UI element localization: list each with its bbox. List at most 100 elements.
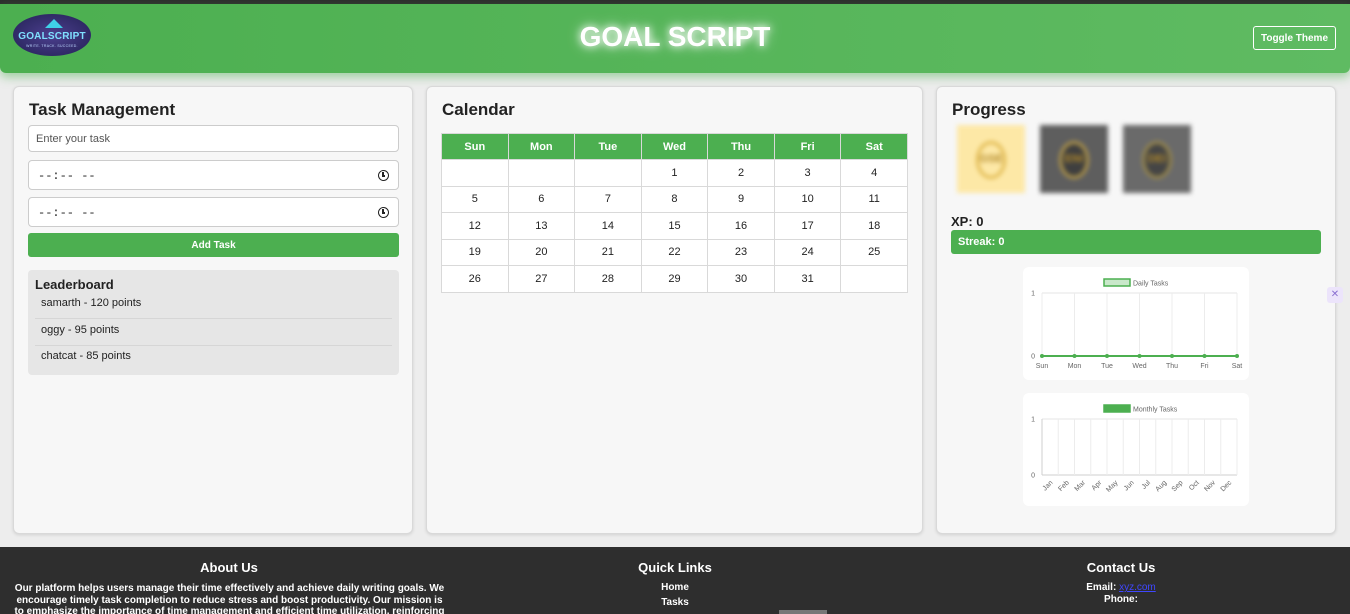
x-tick-label: Nov: [1203, 479, 1217, 493]
x-tick-label: Sep: [1171, 479, 1185, 493]
about-us-title: About Us: [200, 560, 258, 575]
x-tick-label: Mon: [1068, 363, 1082, 370]
calendar-day-cell[interactable]: 18: [840, 212, 908, 240]
x-tick-label: Apr: [1091, 479, 1104, 492]
quick-links-title: Quick Links: [638, 560, 712, 575]
badge-locked-icon: DEI: [1123, 125, 1191, 193]
calendar-day-cell[interactable]: 2: [707, 159, 775, 187]
calendar-day-cell[interactable]: 28: [574, 265, 642, 293]
end-time-value: --:-- --: [38, 206, 96, 220]
x-tick-label: Jul: [1141, 479, 1153, 491]
calendar-day-cell[interactable]: 9: [707, 185, 775, 213]
calendar-day-cell[interactable]: 29: [640, 265, 709, 293]
calendar-day-cell[interactable]: 30: [707, 265, 775, 293]
calendar-day-cell[interactable]: 27: [507, 265, 576, 293]
x-tick-label: Tue: [1101, 363, 1113, 370]
calendar-day-cell[interactable]: [574, 159, 642, 187]
clock-icon[interactable]: [378, 207, 389, 218]
progress-title: Progress: [952, 100, 1026, 119]
calendar-day-cell[interactable]: 15: [640, 212, 709, 240]
start-time-input[interactable]: --:-- --: [28, 160, 399, 190]
y-tick-label: 1: [1031, 417, 1035, 424]
calendar-day-cell[interactable]: 6: [507, 185, 576, 213]
leaderboard-entry: chatcat - 85 points: [41, 350, 131, 362]
footer-link-tasks[interactable]: Tasks: [446, 597, 904, 608]
streak-bar: Streak: 0: [951, 230, 1321, 254]
calendar-day-cell[interactable]: [507, 159, 576, 187]
leaderboard: Leaderboard samarth - 120 points oggy - …: [28, 270, 399, 375]
x-tick-label: Dec: [1220, 479, 1234, 493]
progress-panel: Progress GSE ENI DEI XP: 0 Streak: 0 Dai…: [936, 86, 1336, 534]
leaderboard-entry: oggy - 95 points: [35, 320, 392, 346]
data-point: [1235, 354, 1239, 358]
calendar-day-cell[interactable]: 8: [640, 185, 709, 213]
monthly-tasks-chart-svg: Monthly Tasks 1 0 Jan Feb Mar Apr May Jun Jul Aug S…: [1031, 404, 1238, 494]
x-tick-label: Fri: [1200, 363, 1209, 370]
calendar-day-cell[interactable]: 7: [574, 185, 642, 213]
footer-link-home[interactable]: Home: [446, 582, 904, 593]
calendar-day-cell[interactable]: 12: [441, 212, 509, 240]
x-tick-label: Sun: [1036, 363, 1049, 370]
x-tick-label: May: [1105, 479, 1120, 494]
calendar-day-cell[interactable]: 16: [707, 212, 775, 240]
site-footer: About Us Our platform helps users manage…: [0, 547, 1350, 614]
contact-email: Email: xyz.com: [892, 582, 1350, 593]
task-management-title: Task Management: [29, 100, 176, 119]
task-input[interactable]: Enter your task: [28, 125, 399, 152]
calendar-day-cell[interactable]: 21: [574, 238, 642, 266]
site-header: GOALSCRIPT WRITE. TRACK. SUCCEED. GOAL S…: [0, 4, 1350, 73]
data-point: [1170, 354, 1174, 358]
start-time-value: --:-- --: [38, 169, 96, 183]
x-tick-label: Jun: [1123, 479, 1136, 492]
email-link[interactable]: xyz.com: [1119, 582, 1156, 593]
badge-locked-icon: ENI: [1040, 125, 1108, 193]
leaderboard-title: Leaderboard: [35, 277, 114, 292]
scrollbar-thumb[interactable]: [779, 610, 827, 614]
data-point: [1072, 354, 1077, 358]
weekday-header: Sun: [441, 133, 509, 160]
badge-label: GSE: [979, 153, 1003, 165]
calendar-day-cell[interactable]: [840, 265, 908, 293]
badge-label: ENI: [1064, 153, 1084, 165]
calendar-day-cell[interactable]: 17: [773, 212, 842, 240]
logo-tagline: WRITE. TRACK. SUCCEED.: [26, 44, 78, 48]
y-tick-label: 1: [1031, 291, 1035, 298]
calendar-day-cell[interactable]: 10: [773, 185, 842, 213]
weekday-header: Tue: [574, 133, 642, 160]
calendar-day-cell[interactable]: 5: [441, 185, 509, 213]
calendar-day-cell[interactable]: 20: [507, 238, 576, 266]
calendar-day-cell[interactable]: 3: [773, 159, 842, 187]
data-point: [1040, 354, 1044, 358]
extension-side-icon[interactable]: ✕: [1327, 287, 1343, 303]
calendar-day-cell[interactable]: 22: [640, 238, 709, 266]
calendar-day-cell[interactable]: [441, 159, 509, 187]
calendar-day-cell[interactable]: 14: [574, 212, 642, 240]
calendar-day-cell[interactable]: 24: [773, 238, 842, 266]
x-tick-label: Aug: [1155, 479, 1169, 493]
daily-tasks-chart: Daily Tasks 1 0 Sun Mon Tue Wed Thu Fri Sat: [1023, 267, 1249, 380]
calendar-day-cell[interactable]: 13: [507, 212, 576, 240]
about-us-text: Our platform helps users manage their ti…: [14, 583, 445, 614]
calendar-day-cell[interactable]: 4: [840, 159, 908, 187]
weekday-header: Wed: [640, 133, 709, 160]
calendar-day-cell[interactable]: 23: [707, 238, 775, 266]
clock-icon[interactable]: [378, 170, 389, 181]
calendar-day-cell[interactable]: 11: [840, 185, 908, 213]
toggle-theme-button[interactable]: Toggle Theme: [1253, 26, 1336, 50]
y-tick-label: 0: [1031, 354, 1035, 361]
calendar-day-cell[interactable]: 26: [441, 265, 509, 293]
weekday-header: Mon: [507, 133, 576, 160]
badge-label: DEI: [1147, 153, 1167, 165]
calendar-day-cell[interactable]: 25: [840, 238, 908, 266]
goalscript-logo[interactable]: GOALSCRIPT WRITE. TRACK. SUCCEED.: [13, 14, 91, 56]
end-time-input[interactable]: --:-- --: [28, 197, 399, 227]
calendar-day-cell[interactable]: 19: [441, 238, 509, 266]
x-tick-label: Oct: [1188, 479, 1201, 492]
calendar-day-cell[interactable]: 1: [640, 159, 709, 187]
legend-label: Monthly Tasks: [1133, 407, 1178, 414]
contact-phone: Phone:: [1104, 594, 1138, 605]
legend-swatch: [1103, 278, 1131, 287]
add-task-button[interactable]: Add Task: [28, 233, 399, 257]
calendar-day-cell[interactable]: 31: [773, 265, 842, 293]
x-tick-label: Wed: [1132, 363, 1146, 370]
